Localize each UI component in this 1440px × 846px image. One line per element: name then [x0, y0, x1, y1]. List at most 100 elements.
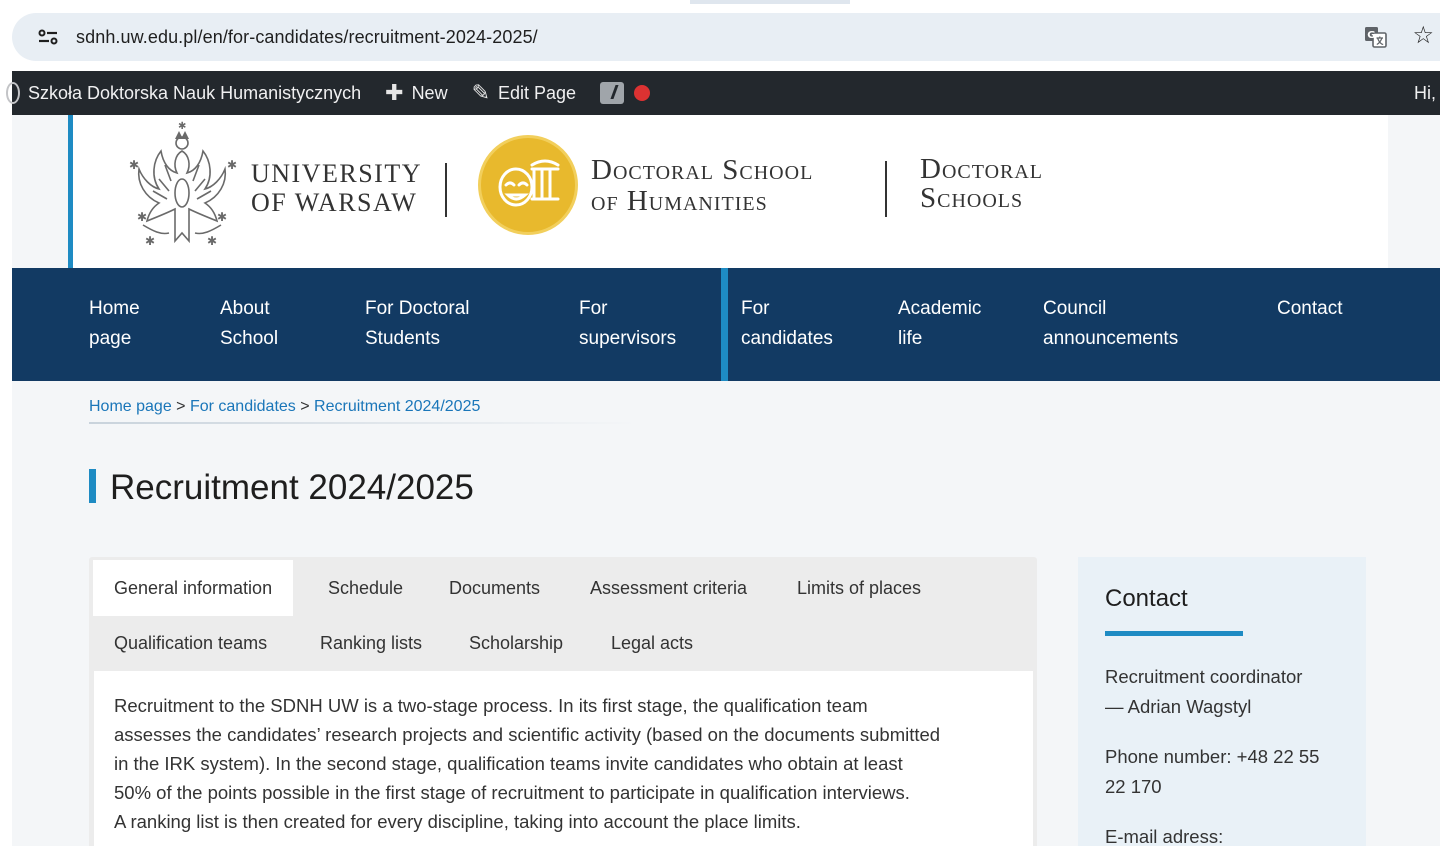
- svg-text:G: G: [1367, 30, 1375, 41]
- breadcrumb-current-link[interactable]: Recruitment 2024/2025: [314, 398, 480, 415]
- admin-greeting[interactable]: Hi,: [1414, 83, 1436, 104]
- nav-label: Contact: [1277, 298, 1343, 319]
- yoast-seo-icon[interactable]: [600, 82, 625, 104]
- nav-label: Students: [365, 328, 440, 349]
- nav-label: Council: [1043, 298, 1107, 319]
- nav-label: About: [220, 298, 270, 319]
- header-divider: [885, 161, 887, 217]
- breadcrumb-candidates-link[interactable]: For candidates: [190, 398, 296, 415]
- seo-status-dot: [634, 85, 651, 101]
- phone-value: 22 170: [1105, 776, 1162, 797]
- tab-scholarship[interactable]: Scholarship: [448, 615, 584, 671]
- phone-number: Phone number: +48 22 55 22 170: [1105, 742, 1339, 802]
- contact-title-underline: [1105, 631, 1243, 636]
- url-text[interactable]: sdnh.uw.edu.pl/en/for-candidates/recruit…: [76, 27, 538, 48]
- nav-label: Academic: [898, 298, 982, 319]
- svg-text:✱: ✱: [129, 158, 139, 172]
- nav-label: life: [898, 328, 923, 349]
- wp-admin-bar: Szkoła Doktorska Nauk Humanistycznych ✚ …: [6, 71, 1440, 115]
- page-title: Recruitment 2024/2025: [110, 468, 474, 507]
- nav-active-indicator: [721, 268, 728, 381]
- breadcrumb: Home page > For candidates > Recruitment…: [89, 398, 480, 420]
- translate-icon[interactable]: G: [1364, 25, 1388, 49]
- doctoral-school-name[interactable]: Doctoral School of Humanities: [591, 155, 813, 217]
- bookmark-star-icon[interactable]: ☆: [1412, 22, 1434, 50]
- doctoral-schools-line2: Schools: [920, 182, 1024, 214]
- svg-text:✱: ✱: [217, 210, 227, 224]
- nav-item-about-school[interactable]: About School: [220, 294, 278, 354]
- nav-label: announcements: [1043, 328, 1179, 349]
- content-line: in the IRK system). In the second stage,…: [114, 753, 903, 774]
- tab-documents[interactable]: Documents: [428, 560, 561, 616]
- nav-label: candidates: [741, 328, 833, 349]
- nav-label: supervisors: [579, 328, 677, 349]
- admin-site-name[interactable]: Szkoła Doktorska Nauk Humanistycznych: [28, 83, 361, 104]
- tab-general-information[interactable]: General information: [93, 560, 294, 616]
- nav-item-for-supervisors[interactable]: For supervisors: [579, 294, 676, 354]
- nav-item-for-candidates[interactable]: For candidates: [741, 294, 833, 354]
- contact-sidebar: Contact Recruitment coordinator — Adrian…: [1078, 557, 1366, 846]
- nav-item-for-doctoral-students[interactable]: For Doctoral Students: [365, 294, 470, 354]
- header-divider: [445, 163, 447, 217]
- plus-icon: ✚: [385, 80, 404, 105]
- title-accent-bar: [89, 469, 96, 503]
- breadcrumb-underline: [89, 422, 639, 424]
- university-eagle-emblem-icon[interactable]: ✱ ✱ ✱ ✱ ✱ ✱ ✱: [123, 121, 241, 253]
- doctoral-school-logo-icon[interactable]: [478, 135, 578, 235]
- tab-legal-acts[interactable]: Legal acts: [590, 615, 714, 671]
- svg-text:✱: ✱: [178, 121, 186, 132]
- tab-qualification-teams[interactable]: Qualification teams: [93, 615, 288, 671]
- svg-text:✱: ✱: [137, 210, 147, 224]
- tab-content-general-information: Recruitment to the SDNH UW is a two-stag…: [94, 671, 1033, 846]
- university-name-line2: OF WARSAW: [251, 188, 418, 217]
- tab-assessment-criteria[interactable]: Assessment criteria: [569, 560, 768, 616]
- recruitment-coordinator: Recruitment coordinator — Adrian Wagstyl: [1105, 662, 1339, 722]
- nav-item-contact[interactable]: Contact: [1277, 294, 1342, 324]
- doctoral-schools-line1: Doctoral: [920, 153, 1044, 185]
- svg-text:✱: ✱: [207, 234, 217, 248]
- nav-item-home[interactable]: Home page: [89, 294, 140, 354]
- tab-strip-edge: [690, 0, 850, 4]
- browser-toolbar: sdnh.uw.edu.pl/en/for-candidates/recruit…: [0, 0, 1440, 70]
- nav-label: Home: [89, 298, 140, 319]
- content-line: Recruitment to the SDNH UW is a two-stag…: [114, 695, 868, 716]
- content-line: A ranking list is then created for every…: [114, 811, 801, 832]
- breadcrumb-home-link[interactable]: Home page: [89, 398, 172, 415]
- admin-edit-page-button[interactable]: ✎ Edit Page: [472, 80, 577, 106]
- doctoral-school-line2: of Humanities: [591, 185, 768, 217]
- address-bar[interactable]: sdnh.uw.edu.pl/en/for-candidates/recruit…: [12, 13, 1440, 61]
- nav-label: page: [89, 328, 132, 349]
- pencil-icon: ✎: [471, 80, 491, 105]
- site-info-icon[interactable]: [30, 19, 66, 55]
- content-line: 50% of the points possible in the first …: [114, 782, 910, 803]
- doctoral-schools-link[interactable]: Doctoral Schools: [920, 155, 1043, 213]
- content-line: assesses the candidates’ research projec…: [114, 724, 941, 745]
- phone-label: Phone number: +48 22 55: [1105, 746, 1320, 767]
- site-header: ✱ ✱ ✱ ✱ ✱ ✱ ✱ UNIVERSITY OF WARSAW Docto…: [68, 115, 1388, 268]
- admin-new-label: New: [411, 82, 448, 103]
- nav-label: For: [579, 298, 608, 319]
- tab-schedule[interactable]: Schedule: [307, 560, 424, 616]
- nav-label: For: [741, 298, 770, 319]
- breadcrumb-separator: >: [295, 398, 315, 415]
- svg-text:✱: ✱: [227, 158, 237, 172]
- email-label: E-mail adress:: [1105, 826, 1224, 846]
- tab-ranking-lists[interactable]: Ranking lists: [299, 615, 443, 671]
- wordpress-icon[interactable]: [6, 82, 20, 104]
- doctoral-school-line1: Doctoral School: [591, 154, 814, 186]
- svg-text:✱: ✱: [145, 234, 155, 248]
- university-name[interactable]: UNIVERSITY OF WARSAW: [251, 159, 422, 217]
- breadcrumb-separator: >: [171, 398, 190, 415]
- nav-item-council-announcements[interactable]: Council announcements: [1043, 294, 1178, 354]
- nav-label: School: [220, 328, 279, 349]
- coordinator-name: — Adrian Wagstyl: [1105, 696, 1252, 717]
- nav-item-academic-life[interactable]: Academic life: [898, 294, 981, 354]
- tab-limits-of-places[interactable]: Limits of places: [776, 560, 942, 616]
- admin-new-button[interactable]: ✚ New: [385, 80, 447, 106]
- contact-title: Contact: [1105, 585, 1188, 612]
- main-navigation: Home page About School For Doctoral Stud…: [12, 268, 1440, 381]
- admin-edit-label: Edit Page: [498, 82, 577, 103]
- university-name-line1: UNIVERSITY: [251, 159, 422, 188]
- nav-label: For Doctoral: [365, 298, 470, 319]
- coordinator-label: Recruitment coordinator: [1105, 666, 1303, 687]
